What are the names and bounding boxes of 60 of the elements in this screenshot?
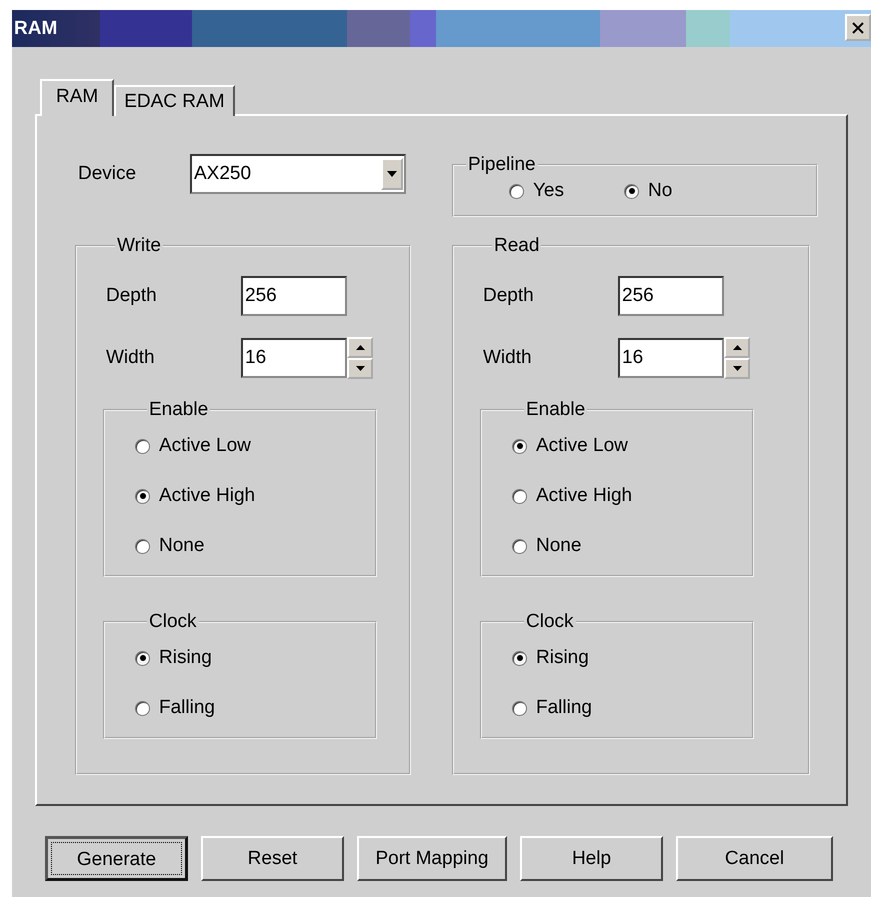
radio-button[interactable] [512,650,527,666]
close-button[interactable] [845,14,871,41]
caret-down-icon [356,366,364,371]
depth-label: Depth [105,285,158,307]
spin-down-button[interactable] [724,358,750,379]
radio-button[interactable] [135,650,150,666]
dialog-button[interactable]: Help [520,836,663,881]
caret-up-icon [356,345,364,350]
depth-field[interactable]: 256 [241,276,347,316]
radio-option[interactable]: None [512,531,752,561]
radio-option[interactable]: Rising [135,643,375,673]
window-title: RAM [13,18,58,40]
spin-up-button[interactable] [347,337,373,358]
spin-up-button[interactable] [724,337,750,358]
radio-option[interactable]: Active Low [135,431,375,461]
device-label: Device [77,163,138,185]
group-label: Clock [148,611,198,633]
device-dropdown[interactable]: AX250 [190,154,406,194]
radio-button[interactable] [512,700,527,716]
radio-option[interactable]: Active High [512,481,752,511]
radio-button[interactable] [624,184,639,198]
group-label: Enable [148,399,210,421]
radio-option[interactable]: Active Low [512,431,752,461]
depth-label: Depth [482,285,535,307]
radio-option[interactable]: Rising [512,643,752,673]
group-label: Enable [525,399,586,421]
caret-up-icon [732,345,742,350]
radio-option[interactable]: Falling [512,693,752,723]
radio-button[interactable] [512,488,527,504]
radio-option[interactable]: Falling [135,693,375,723]
radio-option[interactable]: Active High [135,481,375,511]
radio-button[interactable] [512,438,527,454]
width-field[interactable]: 16 [241,338,347,378]
close-icon [850,20,866,36]
width-label: Width [482,347,533,369]
group-label: Pipeline [467,154,537,176]
radio-button[interactable] [512,538,527,554]
dialog-button[interactable]: Port Mapping [357,836,507,881]
width-field[interactable]: 16 [618,338,724,378]
dialog-button[interactable]: Generate [45,836,188,881]
tab[interactable]: EDAC RAM [114,85,235,116]
caret-down-icon [386,170,398,178]
group-label: Read [493,235,540,257]
spin-down-button[interactable] [347,358,373,379]
radio-option[interactable]: Yes [509,176,564,206]
group-label: Write [116,235,162,257]
dialog-button[interactable]: Reset [201,836,344,881]
radio-button[interactable] [135,700,150,716]
radio-option[interactable]: None [135,531,375,561]
dialog-button[interactable]: Cancel [676,836,833,881]
caret-down-icon [732,366,742,371]
tab[interactable]: RAM [40,79,114,116]
depth-field[interactable]: 256 [618,276,724,316]
radio-option[interactable]: No [624,176,672,206]
radio-button[interactable] [135,438,150,454]
radio-button[interactable] [509,184,524,198]
group-label: Clock [525,611,575,633]
radio-button[interactable] [135,538,150,554]
radio-button[interactable] [135,488,150,504]
width-label: Width [105,347,156,369]
